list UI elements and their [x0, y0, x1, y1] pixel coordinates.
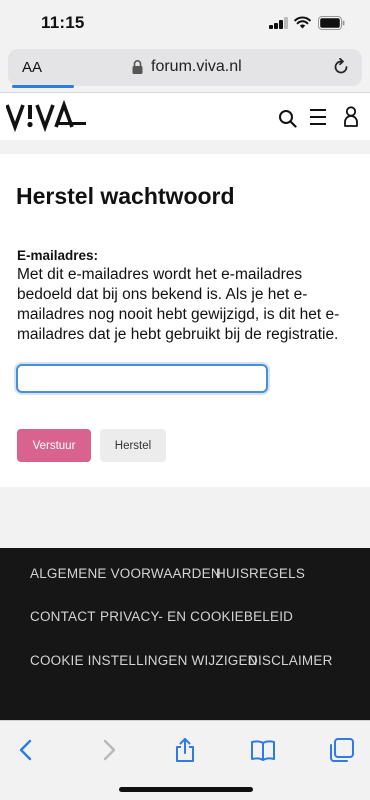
browser-toolbar [0, 720, 370, 800]
footer-link-disclaimer[interactable]: DISCLAIMER [248, 653, 333, 668]
tabs-icon[interactable] [329, 737, 355, 763]
url-text: forum.viva.nl [151, 58, 242, 75]
site-header [0, 92, 370, 140]
user-icon[interactable] [343, 106, 359, 127]
footer-link-privacy[interactable]: PRIVACY- EN COOKIEBELEID [100, 609, 293, 624]
send-button[interactable]: Verstuur [17, 429, 91, 462]
menu-icon[interactable] [309, 108, 327, 126]
forward-icon[interactable] [95, 737, 121, 763]
tab-progress-indicator [12, 85, 74, 88]
battery-icon [318, 16, 345, 30]
viva-logo[interactable] [6, 99, 86, 133]
address-bar[interactable]: AA forum.viva.nl [8, 49, 362, 88]
page-title: Herstel wachtwoord [16, 183, 235, 209]
share-icon[interactable] [172, 737, 198, 763]
reset-button[interactable]: Herstel [100, 429, 166, 462]
bookmarks-icon[interactable] [250, 737, 276, 763]
reload-icon[interactable] [332, 58, 350, 76]
footer-link-huisregels[interactable]: HUISREGELS [216, 566, 305, 581]
signal-icon [269, 17, 288, 29]
site-footer: ALGEMENE VOORWAARDEN HUISREGELS CONTACT … [0, 548, 370, 720]
footer-link-algemene-voorwaarden[interactable]: ALGEMENE VOORWAARDEN [30, 566, 221, 581]
home-indicator [119, 787, 253, 792]
status-time: 11:15 [41, 13, 85, 32]
status-bar: 11:15 [0, 0, 370, 46]
password-reset-card: Herstel wachtwoord E-mailadres: Met dit … [0, 154, 370, 487]
back-icon[interactable] [14, 737, 40, 763]
lock-icon [132, 60, 143, 74]
footer-link-cookie-settings[interactable]: COOKIE INSTELLINGEN WIJZIGEN [30, 653, 258, 668]
email-help-text: Met dit e-mailadres wordt het e-mailadre… [17, 266, 340, 343]
footer-link-contact[interactable]: CONTACT [30, 609, 96, 624]
email-label: E-mailadres: [17, 248, 99, 263]
text-size-button[interactable]: AA [22, 59, 42, 76]
wifi-icon [294, 16, 311, 29]
email-field[interactable] [16, 364, 268, 393]
search-icon[interactable] [278, 109, 297, 128]
text-size-label: AA [22, 59, 43, 76]
browser-address-area: AA forum.viva.nl [0, 46, 370, 92]
